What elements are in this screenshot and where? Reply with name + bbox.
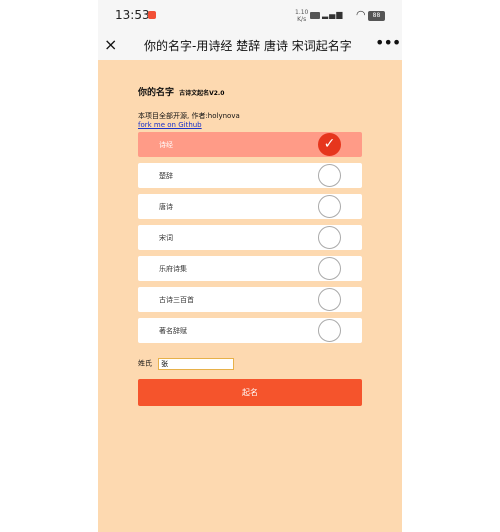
notification-icon xyxy=(148,11,156,19)
phone-screen: 13:53 1.10 K/s ▂▄▆ ◠ 88 × 你的名字-用诗经 楚辞 唐诗… xyxy=(98,0,402,532)
option-cifu[interactable]: 著名辞赋 xyxy=(138,318,362,343)
project-description: 本项目全部开源, 作者:holynova xyxy=(138,112,240,120)
radio-checked[interactable]: ✓ xyxy=(318,133,341,156)
option-shijing[interactable]: 诗经 ✓ xyxy=(138,132,362,157)
option-gushi300[interactable]: 古诗三百首 xyxy=(138,287,362,312)
hd-icon xyxy=(310,12,320,19)
generate-name-button[interactable]: 起名 xyxy=(138,379,362,406)
github-link[interactable]: fork me on Github xyxy=(138,121,362,129)
net-speed: 1.10 K/s xyxy=(295,9,309,23)
status-time: 13:53 xyxy=(115,8,150,22)
option-label: 乐府诗集 xyxy=(159,265,187,273)
option-label: 诗经 xyxy=(159,141,173,149)
option-label: 宋词 xyxy=(159,234,173,242)
option-label: 古诗三百首 xyxy=(159,296,194,304)
option-label: 著名辞赋 xyxy=(159,327,187,335)
header-section: 你的名字 古诗文起名V2.0 本项目全部开源, 作者:holynova fork… xyxy=(138,80,362,129)
surname-row: 姓氏 xyxy=(138,353,235,372)
option-label: 唐诗 xyxy=(159,203,173,211)
radio-unchecked[interactable] xyxy=(318,195,341,218)
more-icon[interactable]: ••• xyxy=(375,33,401,52)
surname-label: 姓氏 xyxy=(138,359,152,368)
page-title: 你的名字-用诗经 楚辞 唐诗 宋词起名字 xyxy=(144,39,352,53)
radio-unchecked[interactable] xyxy=(318,164,341,187)
surname-input[interactable] xyxy=(158,357,235,370)
radio-unchecked[interactable] xyxy=(318,319,341,342)
status-bar: 13:53 1.10 K/s ▂▄▆ ◠ 88 xyxy=(98,0,402,32)
wifi-icon: ◠ xyxy=(356,8,366,21)
option-songci[interactable]: 宋词 xyxy=(138,225,362,250)
app-subtitle: 古诗文起名V2.0 xyxy=(179,90,225,97)
signal-icon: ▂▄▆ xyxy=(322,10,344,19)
radio-unchecked[interactable] xyxy=(318,288,341,311)
option-tangshi[interactable]: 唐诗 xyxy=(138,194,362,219)
radio-unchecked[interactable] xyxy=(318,226,341,249)
category-list: 诗经 ✓ 楚辞 唐诗 宋词 乐府诗集 古诗三百首 著名辞赋 xyxy=(138,132,362,349)
app-title-row: 你的名字 古诗文起名V2.0 xyxy=(138,80,362,99)
battery-icon: 88 xyxy=(368,11,385,21)
option-yuefu[interactable]: 乐府诗集 xyxy=(138,256,362,281)
radio-unchecked[interactable] xyxy=(318,257,341,280)
close-icon[interactable]: × xyxy=(104,35,117,55)
check-icon: ✓ xyxy=(323,136,336,152)
nav-bar: × 你的名字-用诗经 楚辞 唐诗 宋词起名字 ••• xyxy=(98,32,402,60)
option-label: 楚辞 xyxy=(159,172,173,180)
option-chuci[interactable]: 楚辞 xyxy=(138,163,362,188)
app-title: 你的名字 xyxy=(138,88,175,98)
